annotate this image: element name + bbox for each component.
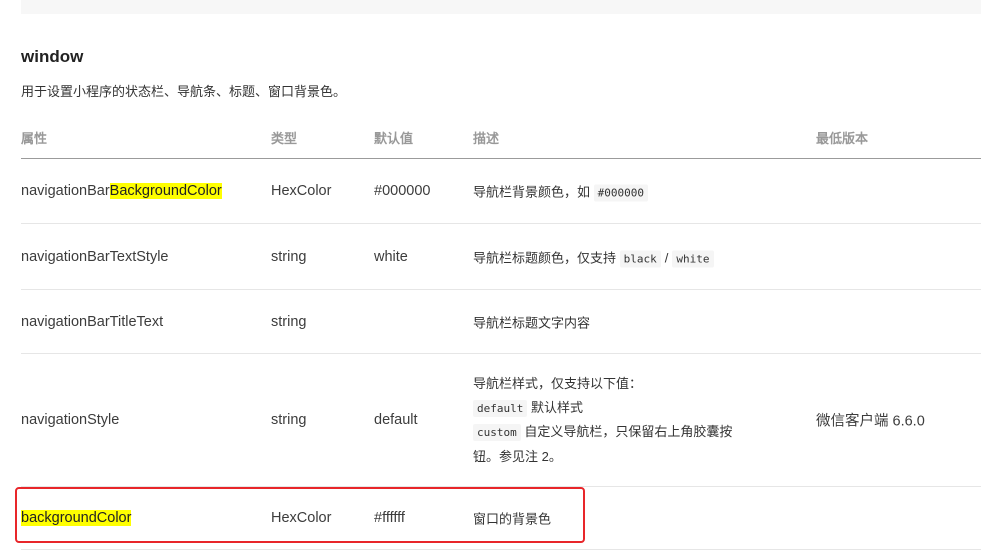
header-type: 类型: [271, 131, 298, 146]
inline-code: custom: [473, 424, 521, 441]
table-row: navigationBarTitleText string 导航栏标题文字内容: [21, 290, 981, 354]
property-description: 导航栏标题文字内容: [473, 315, 591, 330]
inline-code: default: [473, 399, 528, 417]
table-row: navigationBarBackgroundColor HexColor #0…: [21, 159, 981, 224]
inline-code: black: [619, 250, 661, 267]
property-description: 导航栏背景颜色，如 #000000: [473, 182, 648, 202]
table-row: navigationStyle string default 导航栏样式，仅支持…: [21, 354, 981, 487]
property-type: HexColor: [271, 183, 332, 199]
property-type: string: [271, 248, 307, 265]
annotation-box: [15, 487, 585, 543]
property-description: 导航栏标题颜色，仅支持 black / white: [473, 247, 714, 267]
section-title: window: [21, 47, 84, 66]
property-type: string: [271, 412, 307, 428]
header-default: 默认值: [374, 131, 414, 146]
table-row: navigationBarTextStyle string white 导航栏标…: [21, 224, 981, 290]
inline-code: white: [672, 250, 714, 267]
property-name: navigationBarBackgroundColor: [21, 183, 222, 199]
header-min-version: 最低版本: [816, 131, 869, 146]
table-header: 属性 类型 默认值 描述 最低版本: [21, 118, 981, 159]
inline-code: #000000: [593, 184, 648, 202]
property-min-version: 微信客户端 6.6.0: [816, 413, 925, 430]
properties-table: 属性 类型 默认值 描述 最低版本 navigationBarBackgroun…: [21, 118, 981, 550]
previous-section-block: [21, 0, 981, 14]
property-name: navigationBarTextStyle: [21, 248, 169, 265]
property-description: 导航栏样式，仅支持以下值： default 默认样式 custom 自定义导航栏…: [473, 376, 733, 464]
property-default: white: [374, 248, 408, 265]
section-description: 用于设置小程序的状态栏、导航条、标题、窗口背景色。: [21, 84, 347, 99]
property-default: default: [374, 412, 418, 428]
header-property: 属性: [21, 131, 48, 146]
property-name: navigationBarTitleText: [21, 313, 164, 330]
property-name: navigationStyle: [21, 412, 120, 428]
header-description: 描述: [473, 131, 500, 146]
search-highlight: BackgroundColor: [109, 183, 222, 199]
property-type: string: [271, 313, 307, 330]
property-default: #000000: [374, 183, 431, 199]
